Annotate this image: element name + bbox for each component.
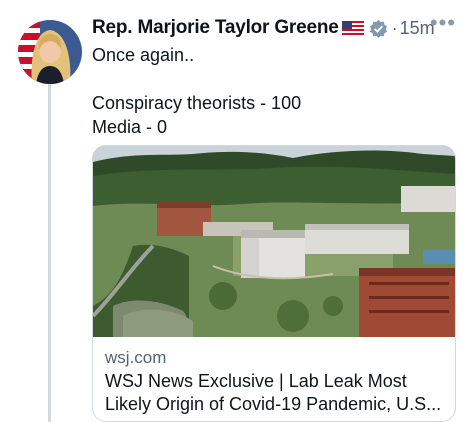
avatar[interactable]: [18, 20, 82, 84]
verified-badge-icon: [369, 19, 388, 38]
link-title: Likely Origin of Covid-19 Pandemic, U.S.…: [105, 394, 442, 414]
avatar-image: [18, 20, 82, 84]
tweet-text: Once again.. Conspiracy theorists - 100 …: [92, 43, 301, 139]
more-dots-icon[interactable]: •••: [430, 10, 456, 36]
tweet-text-line: [92, 67, 301, 91]
separator-dot: ·: [391, 17, 398, 38]
author-name[interactable]: Rep. Marjorie Taylor Greene: [92, 17, 339, 39]
link-card[interactable]: wsj.com WSJ News Exclusive | Lab Leak Mo…: [92, 145, 456, 422]
tweet-text-line: Media - 0: [92, 117, 168, 137]
tweet-text-line: Once again..: [92, 45, 195, 65]
tweet-text-line: Conspiracy theorists - 100: [92, 93, 302, 113]
link-title: WSJ News Exclusive | Lab Leak Most: [105, 371, 407, 391]
tweet-header: Rep. Marjorie Taylor Greene · 15m •••: [92, 10, 462, 42]
link-card-image: [93, 146, 455, 337]
thread-line: [48, 84, 51, 422]
us-flag-icon: [341, 20, 364, 36]
link-domain: wsj.com: [105, 348, 167, 367]
